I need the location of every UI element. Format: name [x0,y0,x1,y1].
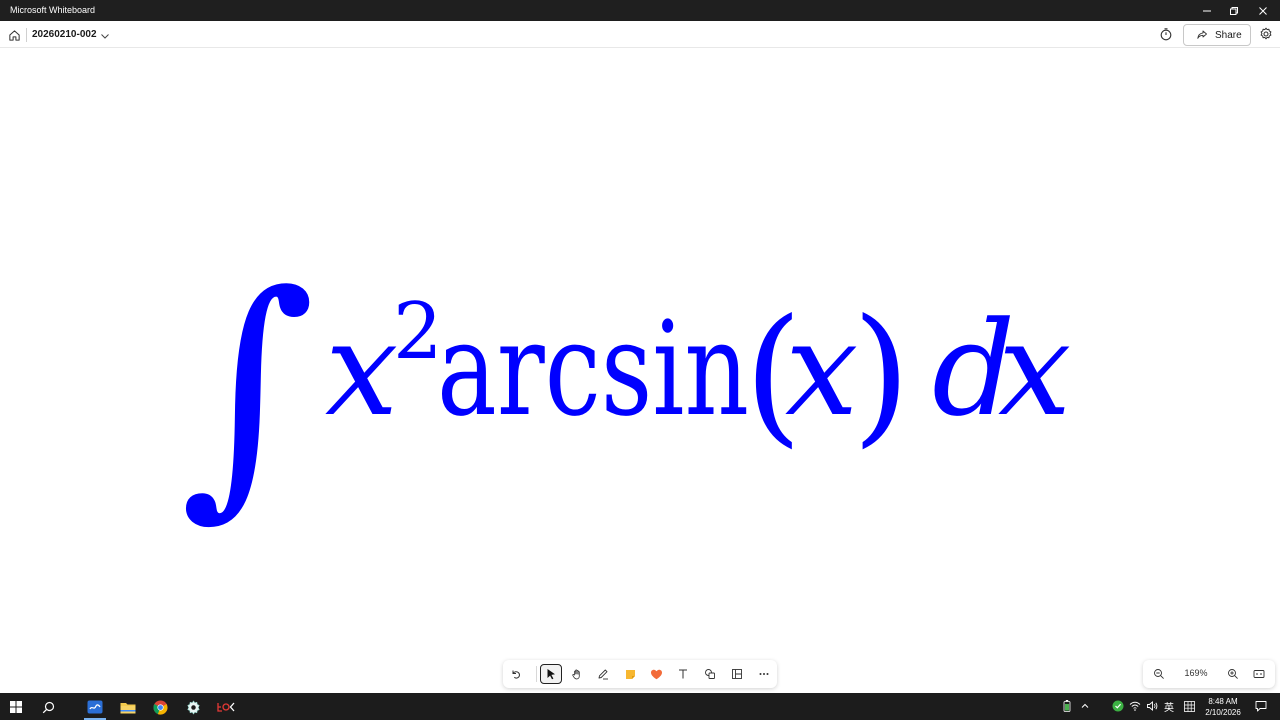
board-menu-button[interactable] [99,29,111,41]
windows-start-icon [10,701,22,713]
battery-icon [1063,700,1071,712]
clock-date: 2/10/2026 [1205,708,1241,717]
zoom-controls: 169% [1143,660,1275,688]
app-title: Microsoft Whiteboard [10,5,96,15]
input-method-indicator[interactable]: 英 [1161,699,1177,714]
share-label: Share [1215,30,1242,41]
restore-icon [1230,6,1238,15]
wifi-tray[interactable] [1127,699,1143,713]
gear-icon [1260,27,1272,40]
board-title[interactable]: 20260210-002 [32,29,97,41]
more-icon [759,673,769,675]
taskbar-file-explorer[interactable] [117,696,139,718]
formula-exponent: 2 [393,287,443,377]
formula-argument: x [785,293,858,445]
formula-differential-x: x [998,293,1071,445]
keyboard-grid-icon [1183,700,1195,712]
toolbar-divider [536,666,537,682]
integral-sign: ∫ [180,240,315,542]
timer-button[interactable] [1159,27,1175,43]
show-hidden-icons-button[interactable] [1078,699,1092,713]
fit-to-screen-icon [1253,670,1265,678]
select-pointer-icon [547,669,555,680]
undo-icon [512,670,520,679]
pen-tool[interactable] [592,664,614,684]
settings-button[interactable] [1259,27,1275,43]
close-button[interactable] [1246,0,1280,21]
taskbar-obs[interactable] [215,696,237,718]
reactions-tool[interactable] [645,664,667,684]
fit-to-screen-button[interactable] [1251,666,1267,682]
taskbar-whiteboard[interactable] [84,696,106,718]
app-header: 20260210-002 Share [0,21,1280,48]
text-tool[interactable] [672,664,694,684]
obs-app-icon [217,702,235,712]
file-explorer-icon [120,702,136,713]
whiteboard-app-icon [87,700,103,714]
home-icon [8,29,20,41]
taskbar-chrome[interactable] [149,696,171,718]
more-button[interactable] [753,664,775,684]
share-icon [1197,30,1207,39]
templates-icon [732,669,742,679]
speaker-icon [1147,701,1158,711]
hand-icon [572,669,580,680]
zoom-level[interactable]: 169% [1181,668,1211,679]
search-button[interactable] [37,696,59,718]
tray-app[interactable] [1110,699,1126,713]
taskbar: 英 8:48 AM 2/10/2026 [0,693,1280,720]
pan-tool[interactable] [566,664,588,684]
zoom-in-button[interactable] [1225,666,1241,682]
zoom-out-icon [1154,669,1164,679]
input-mode-tray[interactable] [1181,699,1197,713]
start-button[interactable] [5,696,27,718]
sticky-note-icon [625,669,635,679]
clock-time: 8:48 AM [1208,697,1238,706]
select-tool[interactable] [540,664,562,684]
battery-tray[interactable] [1061,699,1073,713]
volume-tray[interactable] [1144,699,1160,713]
formula-function: arcsin [437,293,749,445]
header-divider [26,28,27,42]
shapes-icon [705,669,715,679]
tray-app-icon [1112,700,1124,712]
chevron-down-icon [101,34,109,39]
templates-tool[interactable] [726,664,748,684]
taskbar-settings[interactable] [182,696,204,718]
text-icon [679,669,687,679]
sticky-note-tool[interactable] [619,664,641,684]
minimize-icon [1203,10,1211,11]
timer-icon [1160,28,1172,41]
formula-close-paren: ) [852,288,911,462]
zoom-out-button[interactable] [1151,666,1167,682]
formula-ink[interactable]: ∫ x 2 arcsin ( x ) d x [0,48,1280,660]
share-button[interactable]: Share [1183,24,1251,46]
title-bar: Microsoft Whiteboard [0,0,1280,21]
search-icon [42,701,54,713]
home-button[interactable] [6,27,22,43]
zoom-in-icon [1228,669,1238,679]
heart-icon [650,669,662,679]
settings-app-icon [186,699,200,715]
notifications-button[interactable] [1252,699,1270,713]
chevron-up-icon [1081,703,1089,708]
whiteboard-canvas[interactable]: ∫ x 2 arcsin ( x ) d x [0,48,1280,660]
shapes-tool[interactable] [699,664,721,684]
undo-button[interactable] [505,664,527,684]
formula-base-x: x [325,293,398,445]
close-icon [1259,6,1267,15]
chrome-icon [152,699,168,715]
notification-icon [1255,701,1267,712]
system-clock[interactable]: 8:48 AM 2/10/2026 [1198,696,1248,718]
tools-toolbar [503,660,777,688]
pen-icon [598,669,608,680]
wifi-icon [1129,701,1141,711]
